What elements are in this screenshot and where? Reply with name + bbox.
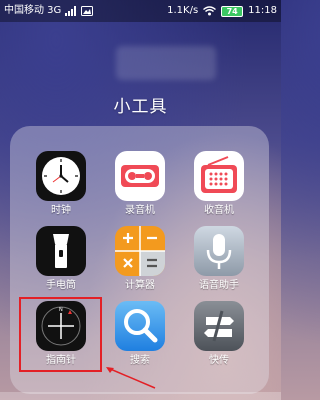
- carrier-text: 中国移动 3G: [4, 5, 62, 16]
- microphone-icon: [194, 226, 244, 276]
- dock-edge: [0, 392, 281, 400]
- app-label: 录音机: [125, 205, 155, 216]
- app-voice-assistant[interactable]: 语音助手: [188, 226, 250, 292]
- app-label: 收音机: [204, 205, 234, 216]
- app-search[interactable]: 搜索: [109, 301, 171, 367]
- network-speed: 1.1K/s: [167, 5, 199, 16]
- app-label: 手电筒: [46, 280, 76, 291]
- app-label: 计算器: [125, 280, 155, 291]
- recorder-icon: [115, 151, 165, 201]
- share-icon: [194, 301, 244, 351]
- radio-icon: [194, 151, 244, 201]
- status-bar: 中国移动 3G 1.1K/s 74 11:18: [0, 0, 281, 22]
- highlight-box: [19, 297, 102, 372]
- wifi-icon: [203, 6, 217, 16]
- app-quick-share[interactable]: 快传: [188, 301, 250, 367]
- battery-icon: 74: [221, 5, 244, 17]
- app-clock[interactable]: 时钟: [30, 151, 92, 217]
- app-flashlight[interactable]: 手电筒: [30, 226, 92, 292]
- flashlight-icon: [36, 226, 86, 276]
- search-icon: [115, 301, 165, 351]
- clock-time: 11:18: [248, 5, 277, 16]
- app-calculator[interactable]: 计算器: [109, 226, 171, 292]
- calculator-icon: [115, 226, 165, 276]
- folder-title: 小工具: [113, 97, 168, 117]
- image-notification-icon: [81, 6, 94, 16]
- signal-icon: [65, 6, 77, 16]
- app-label: 快传: [209, 355, 229, 366]
- annotation-arrow: [106, 367, 156, 389]
- app-label: 语音助手: [199, 280, 239, 291]
- wallpaper-clock: [116, 46, 216, 80]
- app-label: 时钟: [51, 205, 71, 216]
- app-radio[interactable]: 收音机: [188, 151, 250, 217]
- app-recorder[interactable]: 录音机: [109, 151, 171, 217]
- clock-icon: [36, 151, 86, 201]
